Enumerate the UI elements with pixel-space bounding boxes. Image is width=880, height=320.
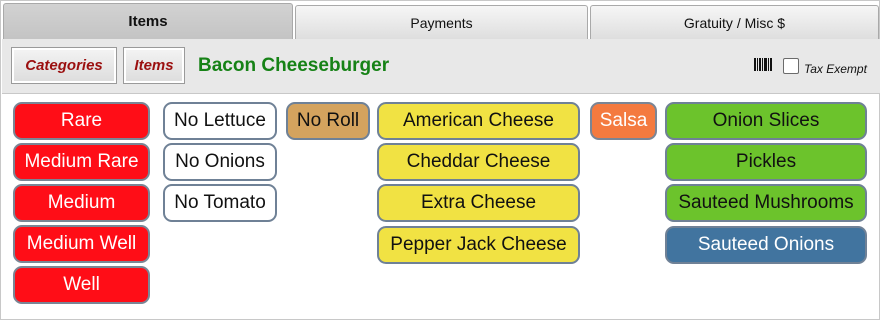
tab-gratuity-misc[interactable]: Gratuity / Misc $ bbox=[590, 5, 879, 39]
option-no-tomato[interactable]: No Tomato bbox=[163, 184, 277, 222]
option-no-onions[interactable]: No Onions bbox=[163, 143, 277, 181]
option-medium-well[interactable]: Medium Well bbox=[13, 225, 150, 263]
option-extra-cheese[interactable]: Extra Cheese bbox=[377, 184, 580, 222]
tab-items[interactable]: Items bbox=[3, 3, 293, 39]
barcode-icon[interactable] bbox=[754, 58, 772, 71]
option-sauteed-onions[interactable]: Sauteed Onions bbox=[665, 226, 867, 264]
option-sauteed-mushrooms[interactable]: Sauteed Mushrooms bbox=[665, 184, 867, 222]
option-salsa[interactable]: Salsa bbox=[590, 102, 657, 140]
option-no-lettuce[interactable]: No Lettuce bbox=[163, 102, 277, 140]
option-pickles[interactable]: Pickles bbox=[665, 143, 867, 181]
item-title: Bacon Cheeseburger bbox=[198, 55, 390, 76]
option-no-roll[interactable]: No Roll bbox=[286, 102, 370, 140]
item-header: Categories Items Bacon Cheeseburger Tax … bbox=[2, 39, 880, 94]
tax-exempt-checkbox[interactable] bbox=[783, 58, 799, 74]
option-american-cheese[interactable]: American Cheese bbox=[377, 102, 580, 140]
categories-button[interactable]: Categories bbox=[11, 47, 117, 84]
option-cheddar-cheese[interactable]: Cheddar Cheese bbox=[377, 143, 580, 181]
tax-exempt-label: Tax Exempt bbox=[804, 62, 867, 76]
option-onion-slices[interactable]: Onion Slices bbox=[665, 102, 867, 140]
items-button[interactable]: Items bbox=[123, 47, 185, 84]
option-well[interactable]: Well bbox=[13, 266, 150, 304]
option-rare[interactable]: Rare bbox=[13, 102, 150, 140]
item-options-panel: Items Payments Gratuity / Misc $ Categor… bbox=[0, 0, 880, 320]
option-medium-rare[interactable]: Medium Rare bbox=[13, 143, 150, 181]
option-pepper-jack-cheese[interactable]: Pepper Jack Cheese bbox=[377, 226, 580, 264]
option-medium[interactable]: Medium bbox=[13, 184, 150, 222]
tab-bar: Items Payments Gratuity / Misc $ bbox=[1, 1, 880, 39]
tab-payments[interactable]: Payments bbox=[295, 5, 588, 39]
